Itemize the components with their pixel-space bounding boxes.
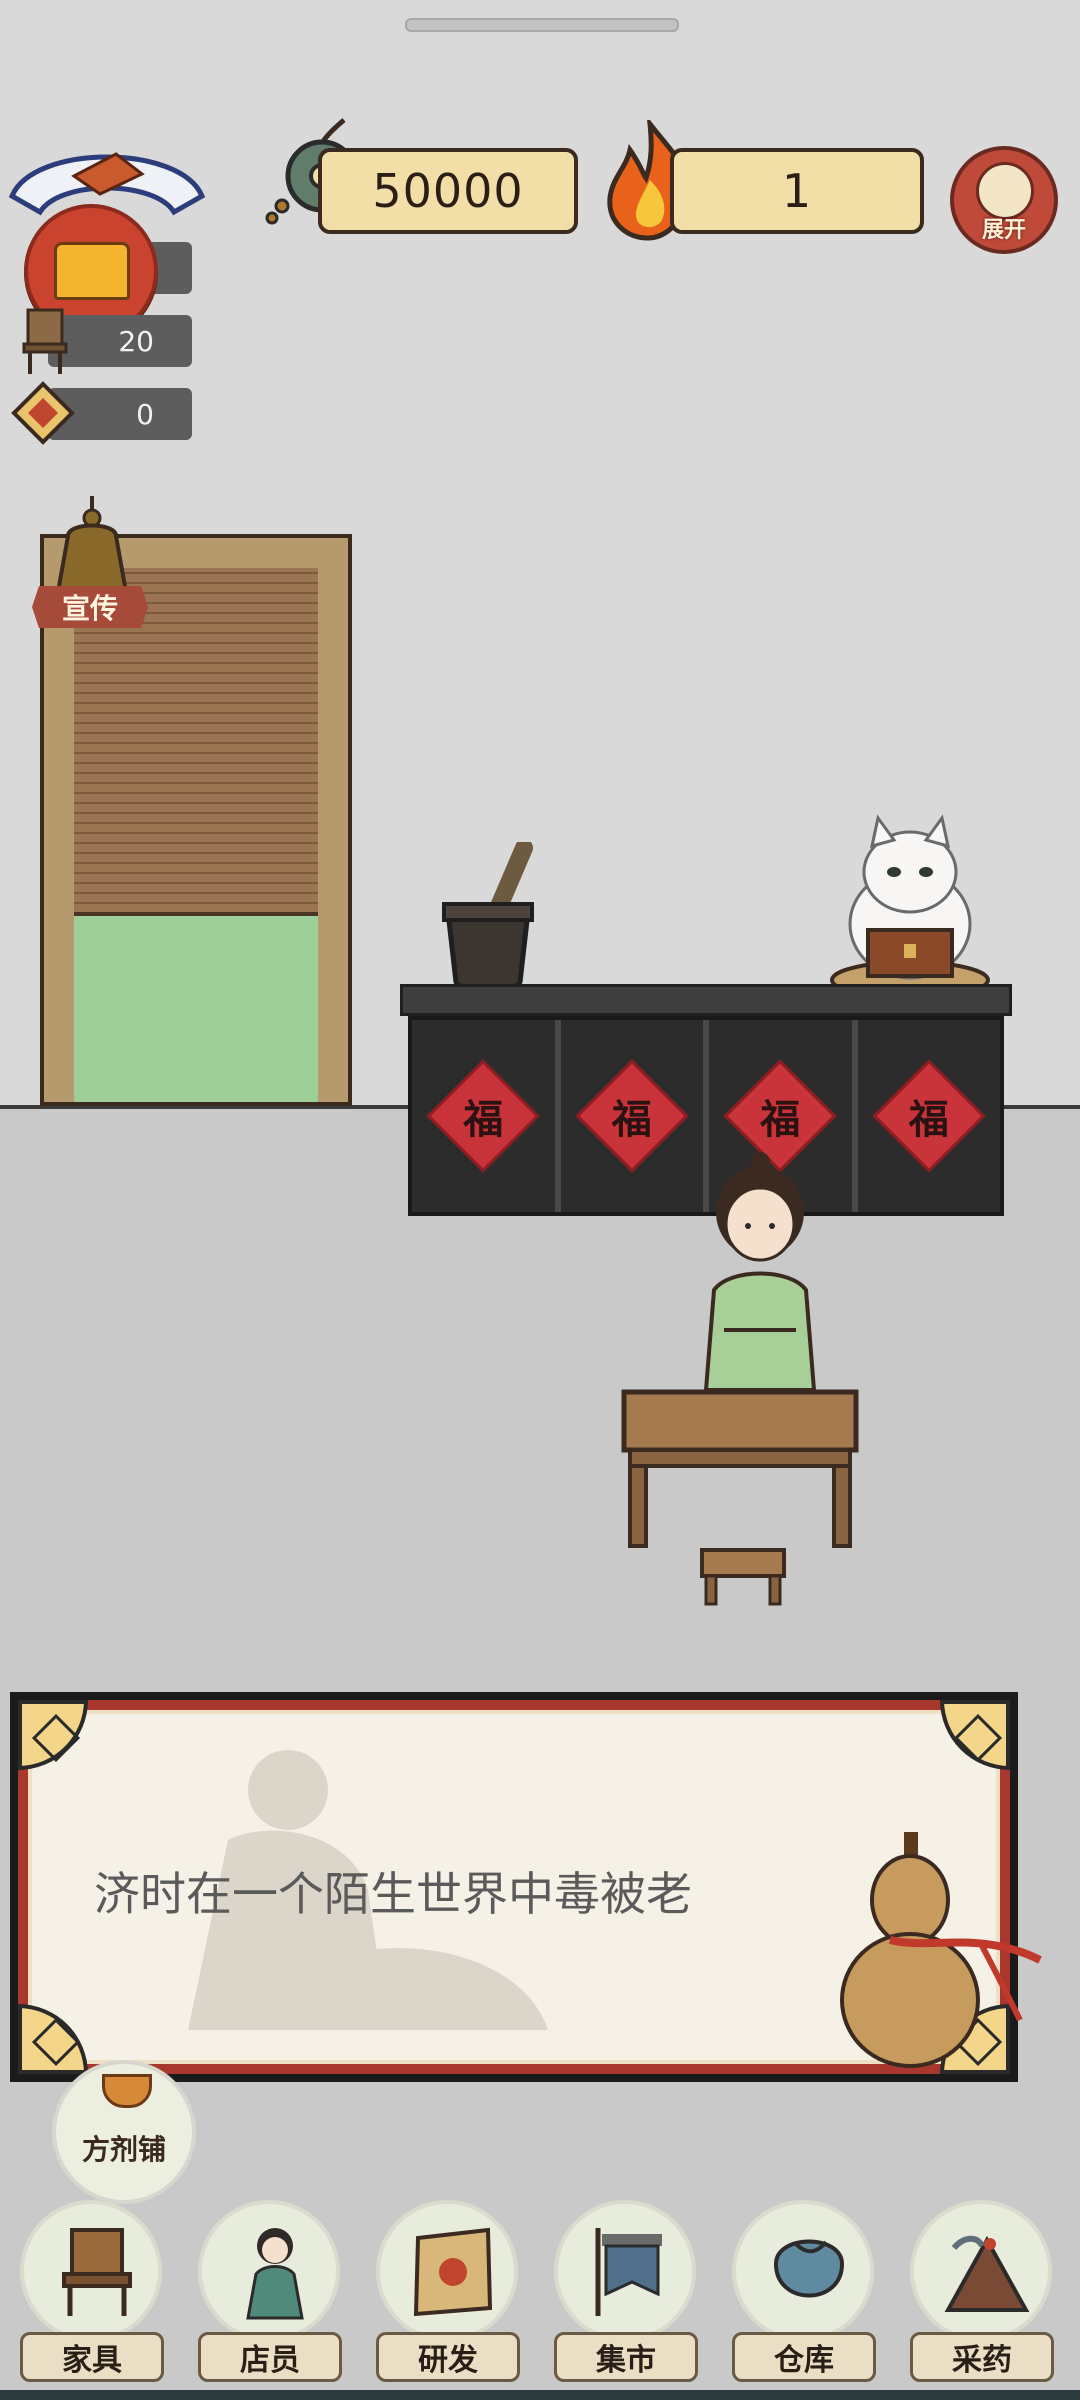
chair-icon: [22, 308, 68, 374]
dialog-corner: [18, 2004, 88, 2074]
nav-furniture[interactable]: 家具: [14, 2200, 164, 2382]
bottom-nav: 家具 店员 研发 集市 仓库 采药: [0, 2190, 1080, 2400]
expand-button[interactable]: 展开: [950, 146, 1058, 254]
chair-counter: 20: [48, 315, 192, 367]
shopkeeper-character[interactable]: [700, 1150, 820, 1390]
market-icon: [595, 2228, 662, 2316]
coin-balance: 50000: [318, 148, 578, 234]
nav-circle: [198, 2200, 340, 2342]
staff-icon: [246, 2228, 304, 2320]
research-icon: [413, 2227, 493, 2317]
nav-warehouse[interactable]: 仓库: [726, 2200, 876, 2382]
nav-label: 家具: [20, 2332, 164, 2382]
nav-circle: [20, 2200, 162, 2342]
consultation-table: [621, 1389, 859, 1548]
nav-label: 采药: [910, 2332, 1054, 2382]
fu-glyph: 福: [908, 1097, 949, 1143]
nav-circle: [732, 2200, 874, 2342]
promote-button[interactable]: 宣传: [32, 586, 148, 628]
chair-icon: [62, 2228, 132, 2316]
warehouse-icon: [773, 2239, 845, 2298]
status-bar-pill: [405, 18, 679, 32]
nav-circle: [910, 2200, 1052, 2342]
mortar-icon: [442, 842, 534, 992]
nav-research[interactable]: 研发: [370, 2200, 520, 2382]
nav-label: 集市: [554, 2332, 698, 2382]
nav-staff[interactable]: 店员: [192, 2200, 342, 2382]
formula-shop-label: 方剂铺: [81, 2133, 166, 2166]
nav-market[interactable]: 集市: [548, 2200, 698, 2382]
counter-panel: 福: [858, 1020, 1001, 1212]
bottom-strip: [0, 2390, 1080, 2400]
fu-glyph: 福: [760, 1097, 801, 1143]
stool: [700, 1548, 786, 1606]
door-opening: [74, 916, 318, 1102]
nav-label: 研发: [376, 2332, 520, 2382]
treasure-chest-icon: [54, 242, 130, 300]
fu-glyph: 福: [611, 1097, 652, 1143]
nav-circle: [376, 2200, 518, 2342]
counter-panel: 福: [561, 1020, 709, 1212]
expand-label: 展开: [981, 218, 1026, 243]
dialog-corner: [18, 1700, 88, 1770]
formula-shop-button[interactable]: 方剂铺: [52, 2060, 196, 2204]
dialog-corner: [940, 1700, 1010, 1770]
counter-top: [400, 984, 1012, 1016]
cat-mascot: [830, 814, 990, 1000]
nav-herb-gathering[interactable]: 采药: [904, 2200, 1054, 2382]
nav-label: 店员: [198, 2332, 342, 2382]
fire-balance: 1: [670, 148, 924, 234]
nav-circle: [554, 2200, 696, 2342]
counter-panel: 福: [412, 1020, 561, 1212]
herb-icon: [944, 2235, 1030, 2312]
fu-glyph: 福: [463, 1097, 504, 1143]
dialog-text: 济时在一个陌生世界中毒被老: [94, 1867, 692, 1921]
bowl-icon: [102, 2074, 152, 2108]
fan-banner-icon: [8, 152, 206, 216]
nav-label: 仓库: [732, 2332, 876, 2382]
talisman-icon: [11, 381, 75, 445]
gourd-icon: [840, 1832, 1042, 2068]
